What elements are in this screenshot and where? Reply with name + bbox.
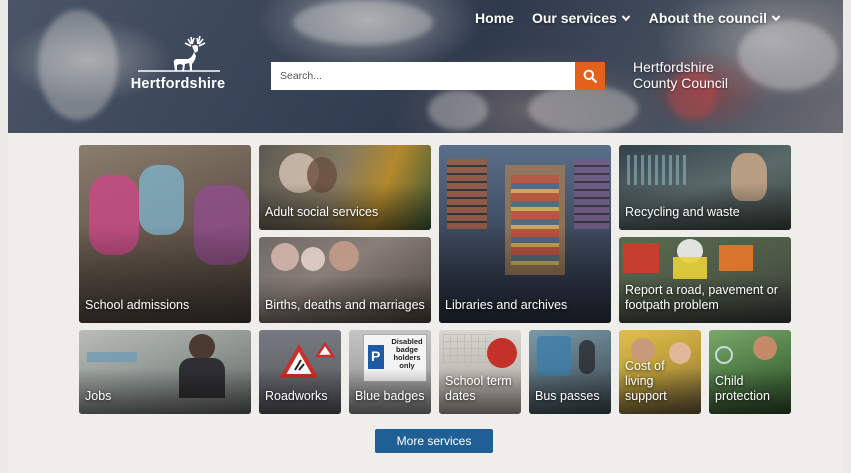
tile-adult-social-services-label: Adult social services xyxy=(265,205,379,219)
tile-child-protection[interactable]: Child protection xyxy=(709,330,791,414)
top-navigation: Home Our services About the council xyxy=(475,10,781,26)
search-bar xyxy=(271,62,605,90)
chevron-down-icon xyxy=(771,15,781,22)
tile-births-deaths-marriages[interactable]: Births, deaths and marriages xyxy=(259,237,431,323)
tile-roadworks[interactable]: Roadworks xyxy=(259,330,341,414)
tile-report-road-problem-label: Report a road, pavement or footpath prob… xyxy=(625,283,785,313)
tile-blue-badges-label: Blue badges xyxy=(355,389,425,403)
tile-cost-of-living-label: Cost of living support xyxy=(625,359,695,404)
tile-libraries-archives[interactable]: Libraries and archives xyxy=(439,145,611,323)
tile-roadworks-label: Roadworks xyxy=(265,389,328,403)
nav-home[interactable]: Home xyxy=(475,10,514,26)
logo-text: Hertfordshire xyxy=(130,76,226,92)
tile-jobs[interactable]: Jobs xyxy=(79,330,251,414)
chevron-down-icon xyxy=(621,15,631,22)
nav-home-label: Home xyxy=(475,10,514,26)
tile-child-protection-label: Child protection xyxy=(715,374,785,404)
council-name: Hertfordshire County Council xyxy=(633,59,728,91)
tile-adult-social-services[interactable]: Adult social services xyxy=(259,145,431,230)
tile-report-road-problem-line2: footpath problem xyxy=(625,298,719,312)
tile-school-term-dates[interactable]: School term dates xyxy=(439,330,521,414)
tile-cost-of-living-line1: Cost of living xyxy=(625,359,665,388)
search-input[interactable] xyxy=(271,62,575,90)
tile-libraries-archives-label: Libraries and archives xyxy=(445,298,568,312)
search-icon xyxy=(583,69,597,83)
hart-logo-icon xyxy=(138,35,220,72)
more-services-button[interactable]: More services xyxy=(375,429,493,453)
tile-child-protection-line2: protection xyxy=(715,389,770,403)
tile-blue-badges[interactable]: P Disabled badge holders only Blue badge… xyxy=(349,330,431,414)
nav-our-services[interactable]: Our services xyxy=(532,10,631,26)
tile-cost-of-living[interactable]: Cost of living support xyxy=(619,330,701,414)
tile-school-term-dates-line2: dates xyxy=(445,389,476,403)
nav-our-services-label: Our services xyxy=(531,10,617,26)
tile-child-protection-line1: Child xyxy=(715,374,744,388)
tile-recycling-waste-label: Recycling and waste xyxy=(625,205,740,219)
council-name-line2: County Council xyxy=(633,75,728,91)
search-button[interactable] xyxy=(575,62,605,90)
page: Home Our services About the council Hert… xyxy=(8,0,843,473)
tile-recycling-waste[interactable]: Recycling and waste xyxy=(619,145,791,230)
tile-school-admissions-label: School admissions xyxy=(85,298,190,312)
header-banner: Home Our services About the council Hert… xyxy=(8,0,843,133)
tile-bus-passes[interactable]: Bus passes xyxy=(529,330,611,414)
tile-school-term-dates-line1: School term xyxy=(445,374,512,388)
tile-bus-passes-label: Bus passes xyxy=(535,389,600,403)
tile-births-deaths-marriages-label: Births, deaths and marriages xyxy=(265,298,425,312)
nav-about-council-label: About the council xyxy=(648,10,767,26)
tile-report-road-problem-line1: Report a road, pavement or xyxy=(625,283,778,297)
tile-cost-of-living-line2: support xyxy=(625,389,667,403)
tile-school-admissions[interactable]: School admissions xyxy=(79,145,251,323)
tile-jobs-label: Jobs xyxy=(85,389,112,403)
council-name-line1: Hertfordshire xyxy=(633,59,714,75)
tile-report-road-problem[interactable]: Report a road, pavement or footpath prob… xyxy=(619,237,791,323)
nav-about-council[interactable]: About the council xyxy=(649,10,781,26)
hertfordshire-logo[interactable]: Hertfordshire xyxy=(128,34,228,92)
tile-school-term-dates-label: School term dates xyxy=(445,374,515,404)
